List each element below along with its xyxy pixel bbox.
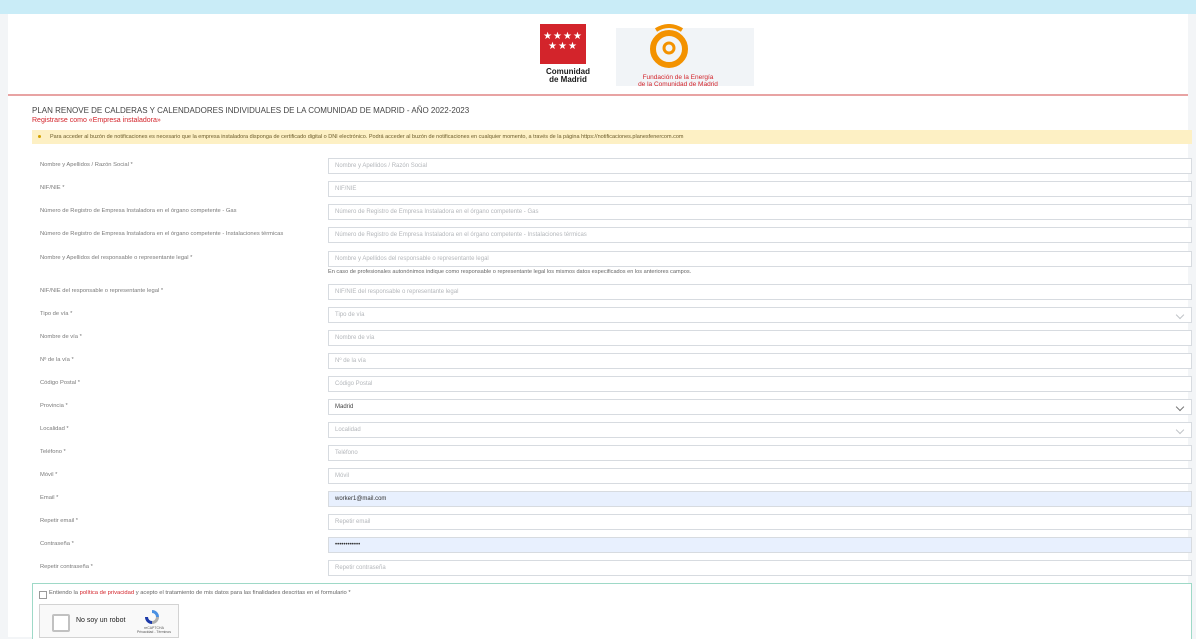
field-label: Número de Registro de Empresa Instalador… <box>40 208 237 214</box>
cm-logo-line2: de Madrid <box>549 75 587 84</box>
field-label: Localidad * <box>40 426 69 432</box>
chevron-down-icon <box>1175 402 1185 412</box>
form-row-nif: NIF/NIE * NIF/NIE <box>32 181 1192 197</box>
bullet-icon <box>38 135 41 138</box>
notice-text: Para acceder al buzón de notificaciones … <box>50 134 684 140</box>
privacy-policy-link[interactable]: política de privacidad <box>80 590 134 596</box>
form-row-localidad: Localidad * Localidad <box>32 422 1192 438</box>
form-row-provincia: Provincia * Madrid <box>32 399 1192 415</box>
notice-banner: Para acceder al buzón de notificaciones … <box>32 130 1192 144</box>
select-value: Madrid <box>335 404 354 410</box>
email-input[interactable]: worker1@mail.com <box>328 491 1192 507</box>
form-row-movil: Móvil * Móvil <box>32 468 1192 484</box>
recaptcha-links[interactable]: Privacidad - Términos <box>137 630 171 634</box>
form-row-nombre-via: Nombre de vía * Nombre de vía <box>32 330 1192 346</box>
select-placeholder: Localidad <box>335 427 361 433</box>
field-label: Provincia * <box>40 403 68 409</box>
field-label: Número de Registro de Empresa Instalador… <box>40 231 284 237</box>
repetir-email-input[interactable]: Repetir email <box>328 514 1192 530</box>
field-label: Nº de la vía * <box>40 357 74 363</box>
field-label: Nombre y Apellidos / Razón Social * <box>40 162 133 168</box>
form-row-responsable: Nombre y Apellidos del responsable o rep… <box>32 251 1192 275</box>
form-row-tipo-via: Tipo de vía * Tipo de vía <box>32 307 1192 323</box>
field-label: Nombre y Apellidos del responsable o rep… <box>40 255 193 261</box>
codigo-postal-input[interactable]: Código Postal <box>328 376 1192 392</box>
localidad-select[interactable]: Localidad <box>328 422 1192 438</box>
consent-prefix: Entiendo la <box>49 590 80 596</box>
recaptcha-checkbox[interactable] <box>52 614 70 632</box>
numero-via-input[interactable]: Nº de la vía <box>328 353 1192 369</box>
recaptcha-icon <box>145 610 159 624</box>
page-subtitle: Registrarse como «Empresa instaladora» <box>32 117 161 124</box>
provincia-select[interactable]: Madrid <box>328 399 1192 415</box>
field-label: NIF/NIE del responsable o representante … <box>40 288 164 294</box>
form-row-repetir-contrasena: Repetir contraseña * Repetir contraseña <box>32 560 1192 576</box>
field-label: Contraseña * <box>40 541 74 547</box>
recaptcha-label: No soy un robot <box>76 617 126 624</box>
consent-suffix: y acepto el tratamiento de mis datos par… <box>134 590 351 596</box>
nombre-via-input[interactable]: Nombre de vía <box>328 330 1192 346</box>
chevron-down-icon <box>1175 310 1185 320</box>
registro-termicas-input[interactable]: Número de Registro de Empresa Instalador… <box>328 227 1192 243</box>
chevron-down-icon <box>1175 425 1185 435</box>
field-label: Código Postal * <box>40 380 80 386</box>
razon-social-input[interactable]: Nombre y Apellidos / Razón Social <box>328 158 1192 174</box>
form-row-registro-gas: Número de Registro de Empresa Instalador… <box>32 204 1192 220</box>
fe-logo-line2: de la Comunidad de Madrid <box>638 81 718 88</box>
top-bar <box>0 0 1196 14</box>
form-row-contrasena: Contraseña * •••••••••••• <box>32 537 1192 553</box>
form-row-razon-social: Nombre y Apellidos / Razón Social * Nomb… <box>32 158 1192 174</box>
fundacion-energia-logo: Fundación de la Energía de la Comunidad … <box>620 22 740 88</box>
tipo-via-select[interactable]: Tipo de vía <box>328 307 1192 323</box>
responsable-input[interactable]: Nombre y Apellidos del responsable o rep… <box>328 251 1192 267</box>
nif-responsable-input[interactable]: NIF/NIE del responsable o representante … <box>328 284 1192 300</box>
fundacion-energia-icon <box>650 24 688 68</box>
field-label: Repetir email * <box>40 518 79 524</box>
form-row-repetir-email: Repetir email * Repetir email <box>32 514 1192 530</box>
form-row-registro-termicas: Número de Registro de Empresa Instalador… <box>32 227 1192 243</box>
field-label: NIF/NIE * <box>40 185 65 191</box>
recaptcha-widget: No soy un robot reCAPTCHA Privacidad - T… <box>39 604 179 638</box>
form-row-nif-responsable: NIF/NIE del responsable o representante … <box>32 284 1192 300</box>
registro-gas-input[interactable]: Número de Registro de Empresa Instalador… <box>328 204 1192 220</box>
page-title: PLAN RENOVE DE CALDERAS Y CALENDADORES I… <box>32 106 470 115</box>
form-row-codigo-postal: Código Postal * Código Postal <box>32 376 1192 392</box>
repetir-password-input[interactable]: Repetir contraseña <box>328 560 1192 576</box>
consent-text: Entiendo la política de privacidad y ace… <box>49 590 351 596</box>
field-label: Email * <box>40 495 59 501</box>
responsable-help-text: En caso de profesionales autonónimos ind… <box>328 269 692 275</box>
field-label: Tipo de vía * <box>40 311 73 317</box>
nif-input[interactable]: NIF/NIE <box>328 181 1192 197</box>
telefono-input[interactable]: Teléfono <box>328 445 1192 461</box>
fe-logo-line1: Fundación de la Energía <box>642 74 714 81</box>
field-label: Repetir contraseña * <box>40 564 93 570</box>
field-label: Nombre de vía * <box>40 334 82 340</box>
form-row-email: Email * worker1@mail.com <box>32 491 1192 507</box>
registration-card: PLAN RENOVE DE CALDERAS Y CALENDADORES I… <box>8 94 1192 639</box>
form-row-numero-via: Nº de la vía * Nº de la vía <box>32 353 1192 369</box>
form-row-telefono: Teléfono * Teléfono <box>32 445 1192 461</box>
password-input[interactable]: •••••••••••• <box>328 537 1192 553</box>
header: ★★★★ ★★★ Comunidad de Madrid Fundación de… <box>8 14 1188 94</box>
movil-input[interactable]: Móvil <box>328 468 1192 484</box>
select-placeholder: Tipo de vía <box>335 312 365 318</box>
consent-panel: Entiendo la política de privacidad y ace… <box>32 583 1192 639</box>
field-label: Móvil * <box>40 472 58 478</box>
field-label: Teléfono * <box>40 449 66 455</box>
privacy-checkbox[interactable] <box>39 591 47 599</box>
comunidad-madrid-logo: ★★★★ ★★★ Comunidad de Madrid <box>528 24 608 88</box>
madrid-flag-icon: ★★★★ ★★★ <box>540 24 586 64</box>
